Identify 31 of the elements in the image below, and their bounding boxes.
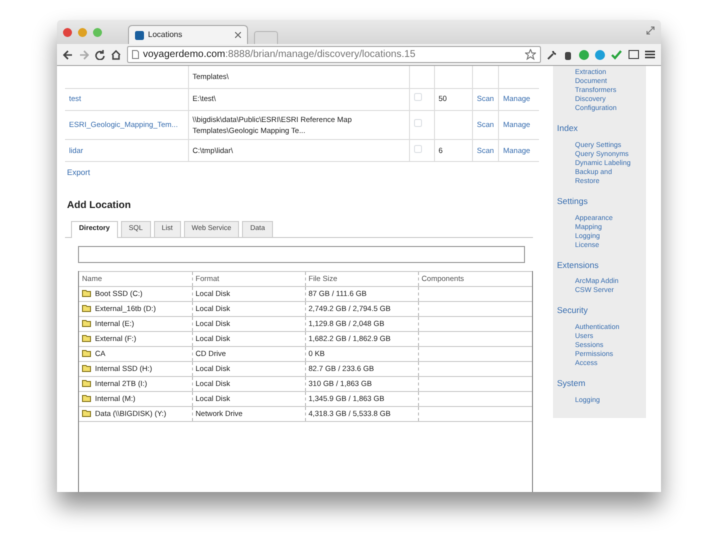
browser-tab[interactable]: Locations — [128, 25, 248, 44]
url-text: voyagerdemo.com:8888/brian/manage/discovery/locations.15 — [143, 48, 416, 62]
minimize-icon[interactable] — [78, 28, 87, 36]
star-icon[interactable] — [525, 49, 536, 60]
checkbox[interactable] — [414, 144, 422, 153]
sidebar-heading: Index — [557, 122, 579, 135]
sidebar-heading: System — [557, 377, 586, 390]
check-icon[interactable] — [611, 50, 622, 60]
tab-title: Locations — [148, 29, 184, 41]
path-field[interactable] — [78, 246, 525, 262]
fullscreen-icon[interactable] — [646, 26, 655, 35]
page-icon — [132, 50, 139, 59]
close-icon[interactable] — [63, 28, 72, 36]
wrench-icon[interactable] — [547, 50, 557, 60]
zoom-icon[interactable] — [93, 28, 102, 36]
sidebar-heading: Extensions — [557, 258, 600, 272]
address-bar[interactable]: voyagerdemo.com:8888/brian/manage/discovery/locations.15 — [127, 46, 541, 63]
checkbox[interactable] — [414, 119, 422, 128]
logo-icon — [135, 30, 144, 40]
sidebar-heading: Settings — [557, 194, 589, 208]
reload-icon[interactable] — [95, 50, 105, 60]
checkbox[interactable] — [414, 93, 422, 102]
export-link[interactable]: Export — [67, 168, 90, 177]
forward-icon[interactable] — [79, 50, 89, 60]
sidebar-heading: Security — [557, 304, 589, 317]
section-title: Add Location — [67, 199, 132, 213]
back-icon[interactable] — [63, 50, 73, 60]
cast-icon[interactable] — [628, 50, 639, 59]
close-icon[interactable] — [235, 32, 241, 38]
home-icon[interactable] — [111, 50, 121, 60]
menu-icon[interactable] — [645, 50, 655, 59]
